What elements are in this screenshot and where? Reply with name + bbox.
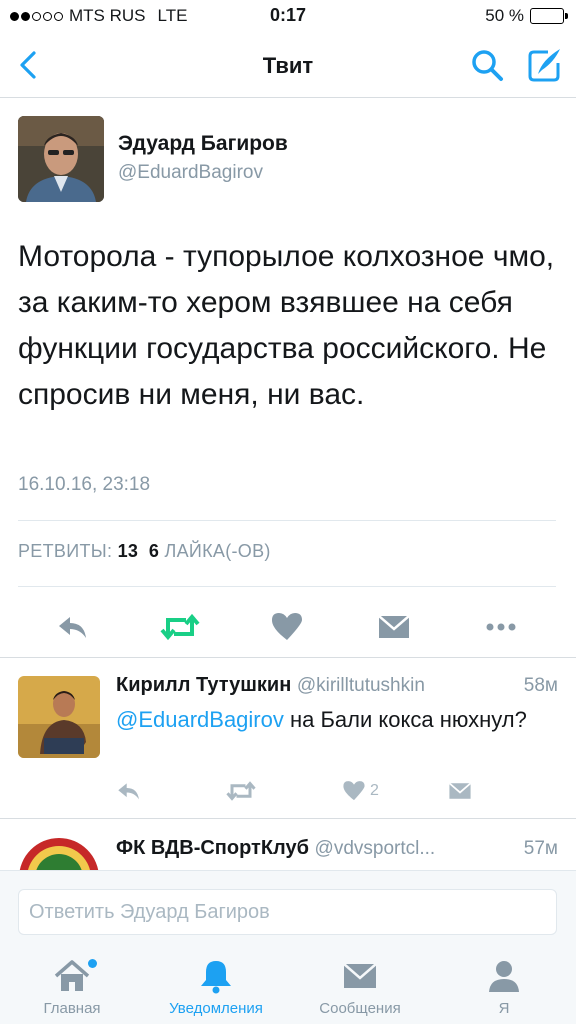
nav-bar: Твит (0, 34, 576, 98)
author-name[interactable]: Эдуард Багиров (118, 132, 288, 156)
reply-timestamp: 58м (523, 675, 558, 696)
status-bar: MTS RUS LTE 0:17 50 % (0, 0, 576, 34)
tab-messages[interactable]: Сообщения (288, 944, 432, 1024)
battery-icon (530, 8, 568, 24)
like-count: 2 (370, 782, 379, 799)
tab-label: Уведомления (169, 1000, 263, 1017)
likes-count: 6 (148, 541, 160, 561)
reply-author-name[interactable]: ФК ВДВ-СпортКлуб (116, 837, 309, 859)
reply-avatar[interactable] (18, 676, 100, 758)
retweet-icon[interactable] (160, 610, 200, 644)
tab-home[interactable]: Главная (0, 944, 144, 1024)
envelope-icon (343, 963, 377, 988)
tab-me[interactable]: Я (432, 944, 576, 1024)
reply-input[interactable]: Ответить Эдуард Багиров (18, 889, 557, 935)
tab-label: Сообщения (319, 1000, 401, 1017)
reply-tweet[interactable]: Кирилл Тутушкин @kirilltutushkin 58м @Ed… (0, 658, 576, 818)
direct-message-icon[interactable] (448, 778, 472, 804)
heart-icon[interactable] (270, 610, 304, 644)
compose-tweet-icon[interactable] (526, 46, 564, 84)
reply-icon[interactable] (56, 610, 90, 644)
reply-author-name[interactable]: Кирилл Тутушкин (116, 674, 291, 696)
tab-bar: Главная Уведомления Сообщения Я (0, 944, 576, 1024)
tweet-timestamp: 16.10.16, 23:18 (18, 474, 151, 495)
reply-tweet[interactable]: ФК ВДВ-СпортКлуб @vdvsportcl... 57м (0, 819, 576, 870)
search-icon[interactable] (470, 48, 504, 82)
new-content-dot (88, 959, 97, 968)
author-handle[interactable]: @EduardBagirov (118, 162, 263, 184)
tweet-stats[interactable]: РЕТВИТЫ: 13 6 ЛАЙКА(-ОВ) (18, 541, 271, 562)
direct-message-icon[interactable] (378, 610, 410, 644)
tweet-actions (0, 606, 576, 646)
reply-timestamp: 57м (523, 838, 558, 859)
tab-label: Я (498, 1000, 510, 1017)
reply-author-handle[interactable]: @vdvsportcl... (315, 838, 436, 859)
bell-icon (201, 961, 231, 994)
reply-avatar[interactable] (18, 837, 100, 870)
reply-composer-bar: Ответить Эдуард Багиров (0, 870, 576, 944)
reply-icon[interactable] (116, 778, 142, 804)
tweet-text: Моторола - тупорылое колхозное чмо, за к… (18, 240, 555, 411)
like-button[interactable]: 2 (342, 778, 379, 804)
reply-text: @EduardBagirov на Бали кокса нюхнул? (116, 704, 536, 736)
tab-label: Главная (43, 1000, 101, 1017)
retweet-icon[interactable] (226, 778, 256, 804)
retweets-label: РЕТВИТЫ: (18, 541, 113, 561)
home-icon (54, 960, 90, 991)
battery-percent: 50 % (485, 6, 524, 25)
person-icon (489, 961, 519, 992)
retweets-count: 13 (117, 541, 139, 561)
author-avatar[interactable] (18, 116, 104, 202)
likes-label: ЛАЙКА(-ОВ) (164, 541, 271, 561)
reply-author-handle[interactable]: @kirilltutushkin (297, 675, 425, 696)
divider (18, 586, 556, 587)
tab-notifications[interactable]: Уведомления (144, 944, 288, 1024)
heart-icon (343, 781, 365, 801)
more-options-icon[interactable] (484, 610, 518, 644)
reply-body: на Бали кокса нюхнул? (283, 707, 527, 732)
mention-link[interactable]: @EduardBagirov (116, 707, 284, 732)
divider (18, 520, 556, 521)
